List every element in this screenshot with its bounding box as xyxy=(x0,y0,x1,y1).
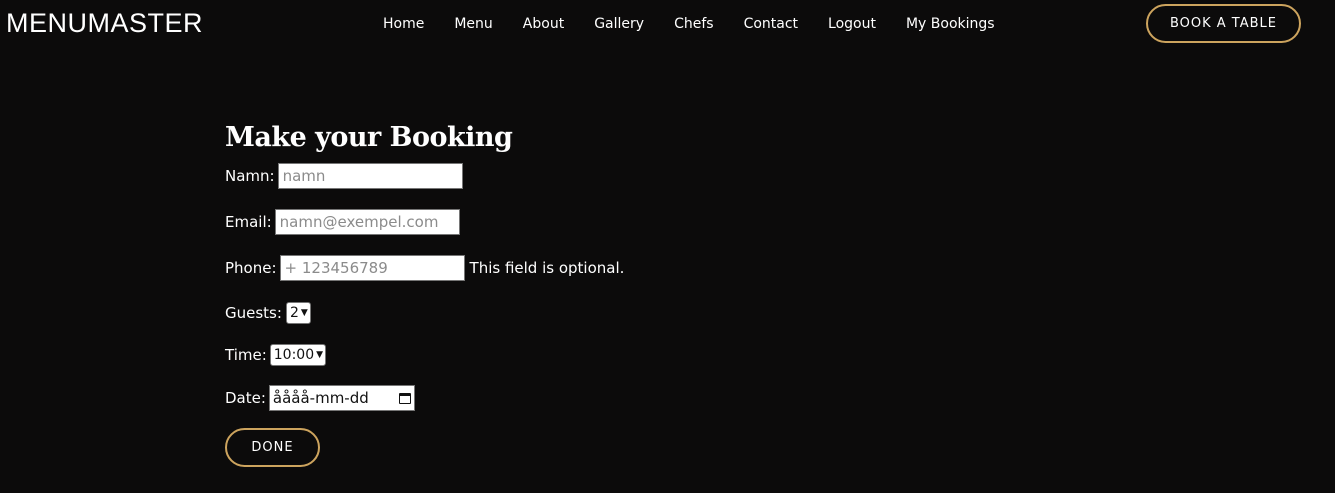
calendar-icon[interactable] xyxy=(398,392,411,404)
date-label: Date: xyxy=(225,389,266,407)
site-header: MENUMASTER Home Menu About Gallery Chefs… xyxy=(0,0,1335,48)
nav-item-menu[interactable]: Menu xyxy=(454,14,492,34)
nav-item-contact[interactable]: Contact xyxy=(744,14,798,34)
nav-item-home[interactable]: Home xyxy=(383,14,424,34)
chevron-down-icon: ▼ xyxy=(300,308,308,318)
form-title: Make your Booking xyxy=(225,122,513,153)
date-row: Date: åååå-mm-dd xyxy=(225,385,415,411)
email-input[interactable] xyxy=(274,209,460,235)
name-input[interactable] xyxy=(277,163,463,189)
guests-select[interactable]: 2 ▼ xyxy=(285,302,311,324)
guests-value: 2 xyxy=(289,305,299,321)
name-label: Namn: xyxy=(225,167,275,185)
phone-label: Phone: xyxy=(225,259,277,277)
guests-label: Guests: xyxy=(225,304,282,322)
done-button[interactable]: DONE xyxy=(225,428,320,467)
phone-input[interactable] xyxy=(279,255,465,281)
nav-item-gallery[interactable]: Gallery xyxy=(594,14,644,34)
nav-item-my-bookings[interactable]: My Bookings xyxy=(906,14,995,34)
name-row: Namn: xyxy=(225,163,463,189)
date-value: åååå-mm-dd xyxy=(272,389,369,407)
main-nav: Home Menu About Gallery Chefs Contact Lo… xyxy=(383,14,1025,34)
phone-optional-note: This field is optional. xyxy=(469,259,625,277)
time-value: 10:00 xyxy=(273,347,315,363)
site-logo[interactable]: MENUMASTER xyxy=(6,7,203,39)
booking-form: Make your Booking Namn: Email: Phone: Th… xyxy=(225,118,825,467)
phone-row: Phone: This field is optional. xyxy=(225,255,624,281)
nav-item-about[interactable]: About xyxy=(523,14,564,34)
time-label: Time: xyxy=(225,346,267,364)
date-input[interactable]: åååå-mm-dd xyxy=(268,385,415,411)
chevron-down-icon: ▼ xyxy=(316,350,324,360)
email-label: Email: xyxy=(225,213,272,231)
time-select[interactable]: 10:00 ▼ xyxy=(269,344,327,366)
nav-item-logout[interactable]: Logout xyxy=(828,14,876,34)
book-a-table-button[interactable]: BOOK A TABLE xyxy=(1146,4,1301,43)
nav-item-chefs[interactable]: Chefs xyxy=(674,14,713,34)
email-row: Email: xyxy=(225,209,460,235)
time-row: Time: 10:00 ▼ xyxy=(225,344,327,366)
guests-row: Guests: 2 ▼ xyxy=(225,302,311,324)
